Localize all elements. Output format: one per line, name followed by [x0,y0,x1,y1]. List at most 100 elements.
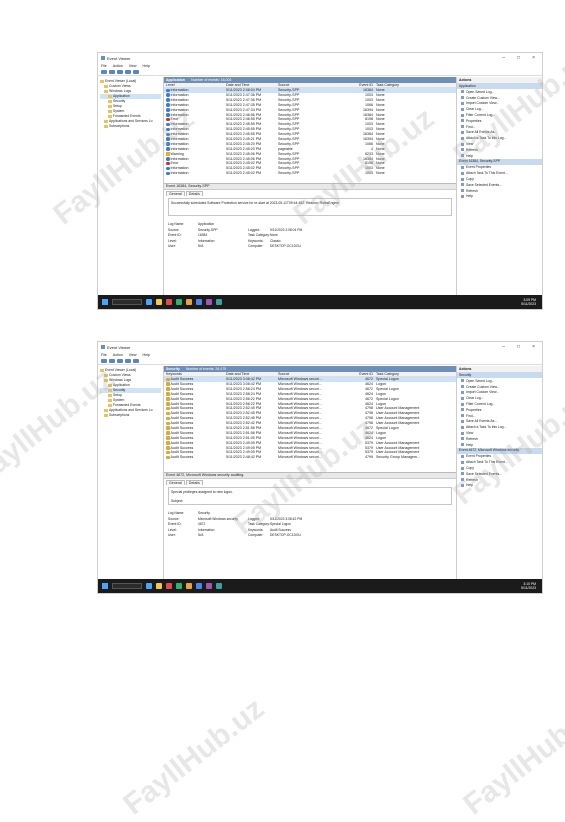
column-header[interactable]: Keywords [164,372,226,376]
properties-icon[interactable] [133,359,139,363]
column-header[interactable]: Event ID [358,83,376,87]
action-item[interactable]: Help [457,194,542,200]
level-cell: Audit Success [164,406,226,410]
taskbar-app-icon[interactable] [156,583,162,589]
minimize-icon[interactable]: – [502,344,505,350]
taskbar-app-icon[interactable] [186,299,192,305]
tab-details[interactable]: Details [185,479,203,485]
help-icon[interactable] [125,359,131,363]
menu-item-action[interactable]: Action [113,64,123,68]
property-label: User: [168,533,176,538]
watermark: FayllHub.uz [117,691,271,822]
column-header[interactable]: Date and Time [226,83,278,87]
level-text: Audit Success [170,440,194,445]
date-cell: 5/11/2023 2:49:05 PM [226,440,262,445]
event-id-cell: 1003 [365,127,373,132]
action-label: Event 4672, Microsoft Windows security [459,448,520,453]
column-header[interactable]: Task Category [376,372,456,376]
menu-item-help[interactable]: Help [143,64,150,68]
close-icon[interactable]: × [532,55,535,61]
taskbar-app-icon[interactable] [146,299,152,305]
taskbar-app-icon[interactable] [166,583,172,589]
tab-general[interactable]: General [166,190,185,196]
forward-icon[interactable] [109,359,115,363]
taskbar-app-icon[interactable] [176,583,182,589]
start-icon[interactable] [102,583,108,589]
column-header[interactable]: Event ID [358,372,376,376]
table-row[interactable]: Information 5/11/2023 2:45:02 PM Security-… [164,171,456,176]
tree-item[interactable]: Applications and Services Lo [100,408,161,413]
start-icon[interactable] [102,299,108,305]
tree-item[interactable]: Applications and Services Lo [100,119,161,124]
category-cell: None [376,107,385,112]
column-header[interactable]: Date and Time [226,372,278,376]
action-label: Help [466,483,473,488]
key-icon [166,387,170,391]
taskbar-app-icon[interactable] [206,299,212,305]
taskbar-app-icon[interactable] [146,583,152,589]
date-cell: 5/11/2023 2:51:09 PM [226,435,262,440]
taskbar-app-icon[interactable] [206,583,212,589]
level-text: Audit Success [170,401,194,406]
event-id-cell: 1003 [365,166,373,171]
column-header[interactable]: Level [164,83,226,87]
taskbar-app-icon[interactable] [176,299,182,305]
table-row[interactable]: Audit Success 5/11/2023 2:48:42 PM Microso… [164,455,456,460]
level-cell: Audit Success [164,392,226,396]
folder-icon[interactable] [117,359,123,363]
menu-item-view[interactable]: View [129,64,137,68]
menu-item-help[interactable]: Help [143,353,150,357]
tree-item[interactable]: Subscriptions [100,413,161,418]
maximize-icon[interactable]: □ [517,55,520,61]
source-cell: Microsoft Windows securi... [278,391,322,396]
taskbar-app-icon[interactable] [156,299,162,305]
property-value: 5/11/2023 3:08:42 PM [270,516,303,521]
maximize-icon[interactable]: □ [517,344,520,350]
close-icon[interactable]: × [532,344,535,350]
column-header[interactable]: Source [278,372,358,376]
tab-general[interactable]: General [166,479,185,485]
taskbar-app-icon[interactable] [216,583,222,589]
key-icon [166,441,170,445]
action-icon [461,101,464,105]
taskbar-search-box[interactable] [112,299,142,305]
event-count: Number of events: 26,475 [185,366,227,371]
back-icon[interactable] [101,359,107,363]
menu-item-view[interactable]: View [129,353,137,357]
help-icon[interactable] [125,70,131,74]
action-label: Event Properties [466,454,492,459]
action-label: Save Selected Events... [466,182,502,187]
column-header[interactable]: Task Category [376,83,456,87]
event-grid: Level Date and Time Source Event ID Task Cat… [164,83,456,184]
back-icon[interactable] [101,70,107,74]
menu-item-file[interactable]: File [101,64,107,68]
tab-details[interactable]: Details [185,190,203,196]
taskbar-app-icon[interactable] [196,583,202,589]
menu-item-file[interactable]: File [101,353,107,357]
tree-item[interactable]: Subscriptions [100,124,161,129]
main-area: Event Viewer (Local) Custom Views Windows … [98,366,542,579]
info-icon [166,122,170,127]
column-header[interactable]: Source [278,83,358,87]
property-value: DESKTOP-OC1DGU [270,533,301,538]
forward-icon[interactable] [109,70,115,74]
date-cell: 5/11/2023 3:08:42 PM [226,381,262,386]
minimize-icon[interactable]: – [502,55,505,61]
folder-icon [108,394,112,397]
taskbar-app-icon[interactable] [216,299,222,305]
taskbar-app-icon[interactable] [166,299,172,305]
taskbar-app-icon[interactable] [196,299,202,305]
level-cell: Error [164,117,226,121]
menu-item-action[interactable]: Action [113,353,123,357]
taskbar-search-box[interactable] [112,583,142,589]
action-icon [461,90,464,94]
level-cell: Information [164,98,226,102]
action-item[interactable]: Help [457,483,542,489]
taskbar-app-icon[interactable] [186,583,192,589]
property-value: Microsoft Windows security [198,516,238,521]
key-icon [166,431,170,435]
folder-icon[interactable] [117,70,123,74]
properties-icon[interactable] [133,70,139,74]
level-cell: Audit Success [164,382,226,386]
date-cell: 5/11/2023 2:47:36 PM [226,92,262,97]
